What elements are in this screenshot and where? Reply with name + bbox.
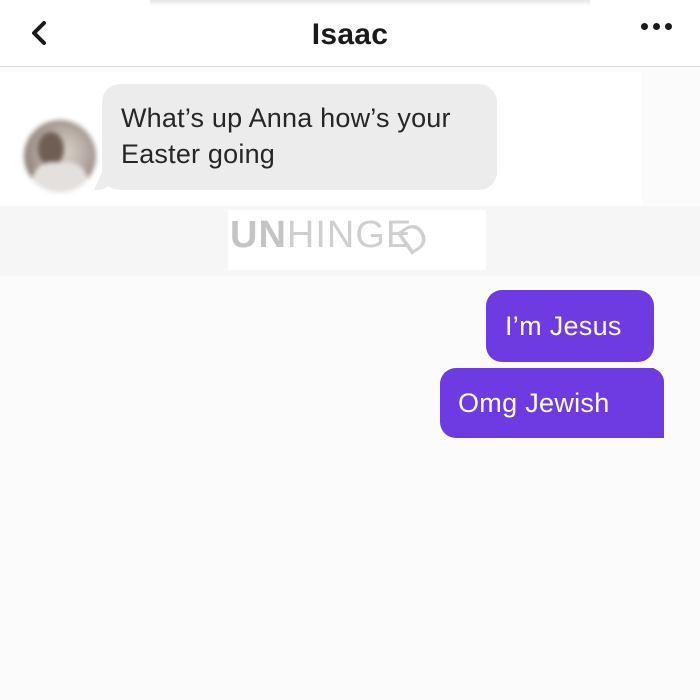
contact-avatar[interactable] [24, 120, 96, 192]
outgoing-message-bubble[interactable]: Omg Jewish [440, 368, 664, 438]
avatar-face [38, 132, 64, 166]
more-horizontal-icon [652, 22, 660, 30]
contact-name[interactable]: Isaac [0, 18, 700, 52]
more-options-button[interactable] [634, 14, 678, 38]
avatar-body [32, 162, 88, 192]
chat-header: Isaac [0, 0, 700, 67]
bubble-tail [640, 368, 664, 438]
chat-screen: Isaac What’s up Anna how’s your Easter g… [0, 0, 700, 700]
more-horizontal-icon [640, 22, 648, 30]
incoming-message-bubble[interactable]: What’s up Anna how’s your Easter going [94, 84, 497, 190]
watermark-bold: UN [230, 214, 287, 256]
watermark-logo: UNHINGED [230, 213, 441, 264]
outgoing-message-bubble[interactable]: I’m Jesus [486, 290, 654, 362]
outgoing-message-text: Omg Jewish [458, 388, 610, 418]
outgoing-message-text: I’m Jesus [505, 311, 622, 341]
incoming-message-text: What’s up Anna how’s your Easter going [121, 103, 451, 169]
status-bar-fade [150, 0, 590, 6]
more-horizontal-icon [664, 22, 672, 30]
